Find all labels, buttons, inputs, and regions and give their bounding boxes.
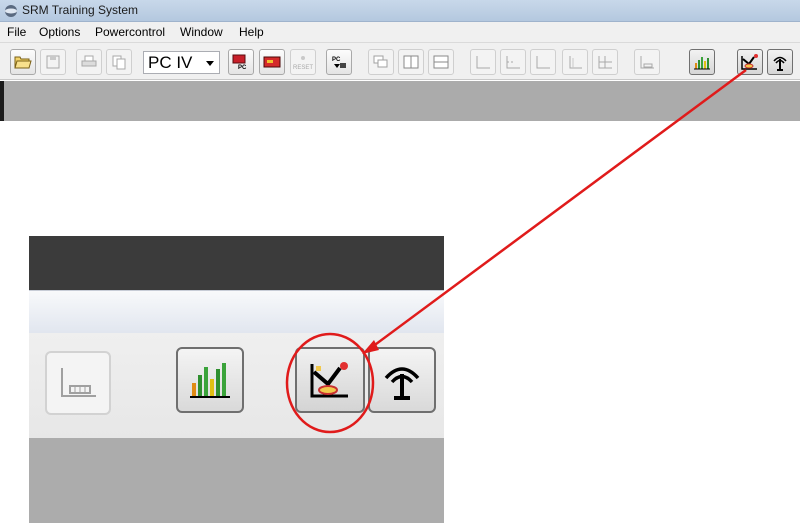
chart-axes-dashed-button[interactable] (500, 49, 526, 75)
pc-upload-button[interactable]: PC (326, 49, 352, 75)
tile-horizontal-icon (433, 55, 449, 69)
bar-chart-button[interactable] (689, 49, 715, 75)
workspace (0, 81, 800, 121)
chevron-down-icon (206, 61, 214, 66)
ergometer-button[interactable] (737, 49, 763, 75)
chart-bars-small-icon (640, 56, 654, 69)
antenna-icon (384, 367, 420, 400)
workspace-edge (0, 81, 4, 121)
menu-bar: File Options Powercontrol Window Help (0, 22, 800, 43)
ergometer-icon (310, 362, 348, 398)
zoomed-toolbar-detail (29, 236, 444, 523)
chart-axes-2-button[interactable] (530, 49, 556, 75)
device-select[interactable]: PC IV (143, 51, 220, 74)
zoom-workspace (29, 438, 444, 523)
save-button[interactable] (40, 49, 66, 75)
antenna-button[interactable] (767, 49, 793, 75)
reset-label: RESET (293, 65, 314, 71)
window-title: SRM Training System (22, 3, 139, 17)
tile-vertical-button[interactable] (398, 49, 424, 75)
pc-download-icon: PC (232, 54, 247, 70)
svg-text:PC: PC (238, 65, 247, 70)
cascade-windows-icon (373, 55, 388, 68)
chart-axes-button[interactable] (470, 49, 496, 75)
svg-text:PC: PC (332, 57, 341, 63)
print-icon (81, 55, 97, 67)
ergometer-icon (741, 54, 758, 70)
reset-button[interactable]: RESET (290, 49, 316, 75)
copy-icon (112, 55, 126, 69)
bar-chart-icon (694, 57, 710, 70)
chart-axes-3-icon (569, 56, 582, 69)
tile-horizontal-button[interactable] (428, 49, 454, 75)
zoom-ergometer-button[interactable] (295, 347, 365, 413)
srm-app-window: SRM Training System File Options Powerco… (0, 0, 800, 121)
chart-axes-3-button[interactable] (562, 49, 588, 75)
chart-axes-dashed-icon (506, 56, 520, 69)
pc-download-button[interactable]: PC (228, 49, 254, 75)
menu-options[interactable]: Options (39, 25, 80, 39)
bar-chart-icon (190, 363, 230, 398)
title-bar: SRM Training System (0, 0, 800, 22)
open-button[interactable] (10, 49, 36, 75)
print-button[interactable] (76, 49, 102, 75)
cascade-windows-button[interactable] (368, 49, 394, 75)
tile-vertical-icon (403, 55, 419, 69)
zoom-toolbar (29, 333, 444, 438)
app-icon (5, 5, 17, 17)
chart-axes-icon (476, 56, 490, 69)
zoom-bar-chart-button[interactable] (176, 347, 244, 413)
zoom-title-area (29, 236, 444, 290)
open-folder-icon (14, 56, 32, 69)
menu-powercontrol[interactable]: Powercontrol (95, 25, 165, 39)
pc-upload-icon: PC (332, 57, 346, 68)
zoom-antenna-button[interactable] (368, 347, 436, 413)
save-icon (46, 55, 60, 69)
device-select-value: PC IV (148, 53, 193, 72)
chart-grid-button[interactable] (592, 49, 618, 75)
zoom-chart-bars-small-button[interactable] (45, 351, 111, 415)
menu-help[interactable]: Help (239, 25, 264, 39)
menu-window[interactable]: Window (180, 25, 223, 39)
menu-file[interactable]: File (7, 25, 26, 39)
zoom-menu-band (29, 290, 444, 333)
screenshot-stage: SRM Training System File Options Powerco… (0, 0, 800, 523)
chart-bars-small-icon (61, 368, 96, 397)
chart-axes-2-icon (536, 56, 550, 69)
powercontrol-card-button[interactable] (259, 49, 285, 75)
powercontrol-card-icon (263, 56, 281, 68)
copy-button[interactable] (106, 49, 132, 75)
chart-bars-small-button[interactable] (634, 49, 660, 75)
chart-grid-icon (598, 56, 612, 69)
antenna-icon (773, 56, 787, 71)
toolbar: PC IV PC RESET PC (0, 43, 800, 80)
